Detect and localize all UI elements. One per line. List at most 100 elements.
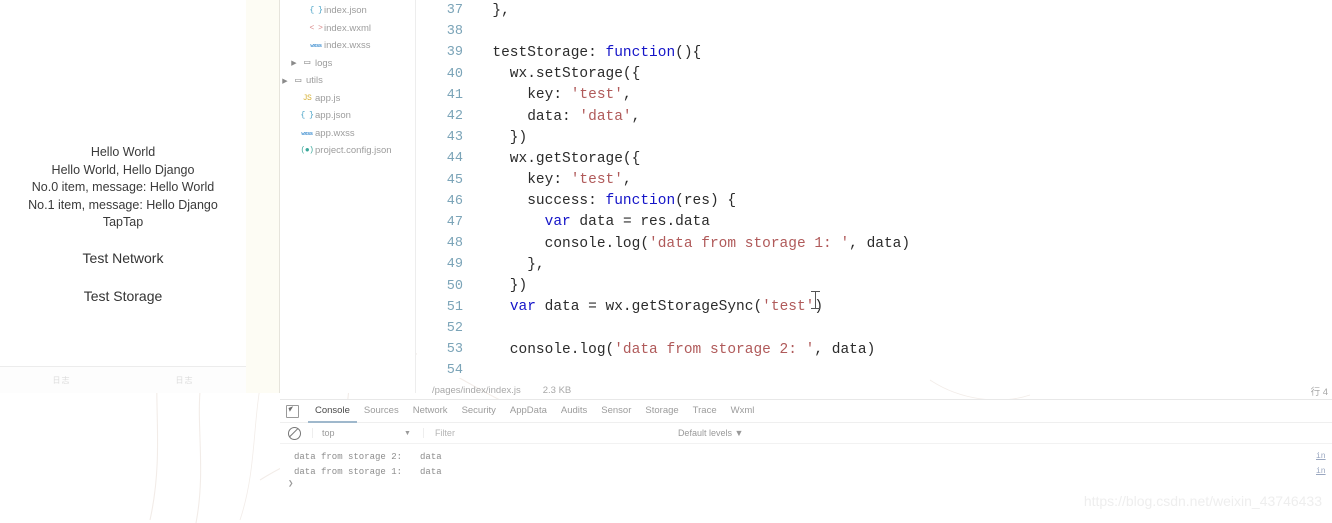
console-log-levels-dropdown[interactable]: Default levels ▼: [678, 428, 743, 438]
wechat-devtools-window: Hello World Hello World, Hello Django No…: [0, 0, 1332, 523]
code-line[interactable]: 51 var data = wx.getStorageSync('test'): [417, 297, 1332, 318]
file-tree-item[interactable]: wxss index.wxss: [280, 37, 416, 55]
devtools-tab-appdata[interactable]: AppData: [503, 400, 554, 423]
code-line[interactable]: 45 key: 'test',: [417, 170, 1332, 191]
console-context-selector[interactable]: top: [312, 428, 404, 438]
code-line[interactable]: 46 success: function(res) {: [417, 191, 1332, 212]
console-log-source-link[interactable]: in: [1316, 452, 1330, 461]
line-number: 41: [446, 87, 463, 103]
code-line-text: console.log('data from storage 1: ', dat…: [475, 236, 910, 252]
sim-text-line: Hello World: [90, 145, 156, 159]
code-editor[interactable]: 37 }, 38 39 testStorage: function(){40 wx.…: [417, 0, 1332, 378]
chevron-right-icon[interactable]: ▶: [289, 59, 299, 67]
line-number: 47: [446, 214, 463, 230]
status-cursor-position: 行 4: [1310, 386, 1328, 398]
devtools-tab-wxml[interactable]: Wxml: [724, 400, 762, 423]
file-tree-item-label: index.wxss: [324, 40, 371, 52]
file-tree-item[interactable]: JS app.js: [280, 90, 416, 108]
code-token: key:: [475, 172, 571, 189]
devtools-tab-storage[interactable]: Storage: [638, 400, 685, 423]
code-line-text: }): [475, 130, 527, 146]
line-number: 43: [446, 130, 463, 146]
file-tree-item[interactable]: { } index.json: [280, 2, 416, 20]
code-token: data = wx.getStorageSync(: [535, 299, 763, 316]
code-line[interactable]: 41 key: 'test',: [417, 85, 1332, 106]
code-line[interactable]: 47 var data = res.data: [417, 212, 1332, 233]
test-storage-button[interactable]: Test Storage: [0, 288, 246, 304]
file-tree-item[interactable]: ▶ ▭ utils: [280, 72, 416, 90]
status-file-size: 2.3 KB: [542, 385, 572, 396]
code-token: 'test': [762, 299, 815, 316]
code-line-text: console.log('data from storage 2: ', dat…: [475, 341, 876, 358]
code-token: data = res.data: [570, 214, 710, 231]
code-token: }): [475, 278, 528, 295]
test-network-button[interactable]: Test Network: [0, 250, 246, 266]
code-line-text: testStorage: function(){: [475, 45, 701, 61]
line-number: 53: [446, 342, 463, 358]
code-token: ): [814, 299, 824, 316]
code-line[interactable]: 48 console.log('data from storage 1: ', …: [417, 233, 1332, 254]
line-number: 48: [446, 236, 463, 252]
devtools-tab-console[interactable]: Console: [308, 400, 357, 423]
sim-tab-item[interactable]: 日志: [0, 375, 123, 386]
code-line[interactable]: 53 console.log('data from storage 2: ', …: [417, 339, 1332, 360]
chevron-down-icon[interactable]: ▼: [404, 430, 411, 437]
wxml-file-icon: < >: [309, 23, 323, 33]
file-tree-item-label: app.js: [315, 92, 341, 104]
code-token: success:: [475, 193, 606, 210]
file-tree-item-label: index.json: [324, 5, 367, 17]
code-line[interactable]: 37 },: [417, 0, 1332, 21]
code-line[interactable]: 52: [417, 318, 1332, 339]
json-file-icon: { }: [300, 111, 314, 121]
code-line-text: var data = res.data: [475, 214, 710, 230]
clear-console-icon[interactable]: [288, 426, 301, 440]
chevron-right-icon[interactable]: ▶: [280, 77, 290, 85]
file-explorer-border: [415, 0, 416, 393]
code-line[interactable]: 40 wx.setStorage({: [417, 64, 1332, 85]
panel-divider: [279, 0, 280, 393]
code-line[interactable]: 54: [417, 360, 1332, 378]
line-number: 54: [446, 363, 463, 378]
file-tree-item-label: app.wxss: [315, 127, 355, 139]
devtools-tab-sensor[interactable]: Sensor: [594, 400, 638, 423]
console-log-row: data from storage 1: data in: [280, 464, 1332, 479]
code-line[interactable]: 38: [417, 21, 1332, 42]
file-tree-item[interactable]: (●) project.config.json: [280, 142, 416, 160]
code-line[interactable]: 49 },: [417, 254, 1332, 275]
file-tree-item[interactable]: wxss app.wxss: [280, 125, 416, 143]
code-token: wx.getStorage({: [475, 150, 641, 167]
code-token: console.log(: [475, 341, 615, 358]
code-line-text: },: [475, 257, 544, 273]
code-line[interactable]: 50 }): [417, 275, 1332, 296]
line-number: 52: [446, 320, 463, 336]
code-line[interactable]: 42 data: 'data',: [417, 106, 1332, 127]
console-log-value: data: [420, 451, 442, 462]
devtools-tab-sources[interactable]: Sources: [357, 400, 406, 423]
devtools-tab-network[interactable]: Network: [406, 400, 455, 423]
inspect-element-icon[interactable]: [286, 404, 299, 418]
folder-icon: ▭: [295, 75, 301, 87]
line-number: 37: [446, 3, 463, 19]
devtools-tab-trace[interactable]: Trace: [686, 400, 724, 423]
file-tree-item[interactable]: { } app.json: [280, 107, 416, 125]
code-line-text: wx.getStorage({: [475, 150, 641, 167]
console-filter-input[interactable]: Filter: [422, 428, 455, 438]
code-line[interactable]: 39 testStorage: function(){: [417, 42, 1332, 63]
console-log-source-link[interactable]: in: [1316, 467, 1330, 476]
sim-tab-item[interactable]: 日志: [123, 375, 246, 386]
code-line[interactable]: 44 wx.getStorage({: [417, 148, 1332, 169]
file-tree-list: { } index.json < > index.wxml wxss index.wxss…: [280, 2, 416, 160]
simulator-screen[interactable]: Hello World Hello World, Hello Django No…: [0, 0, 246, 393]
file-tree-item[interactable]: ▶ ▭ logs: [280, 55, 416, 73]
devtools-tab-security[interactable]: Security: [455, 400, 503, 423]
console-input-prompt[interactable]: ❯: [280, 479, 1332, 494]
file-tree-item[interactable]: < > index.wxml: [280, 20, 416, 38]
code-line[interactable]: 43 }): [417, 127, 1332, 148]
code-token: var: [509, 299, 536, 316]
simulator-tabbar: 日志 日志: [0, 366, 246, 393]
devtools-tab-audits[interactable]: Audits: [554, 400, 594, 423]
line-number: 44: [446, 151, 463, 167]
line-number: 46: [446, 193, 463, 209]
line-number: 51: [446, 299, 463, 315]
